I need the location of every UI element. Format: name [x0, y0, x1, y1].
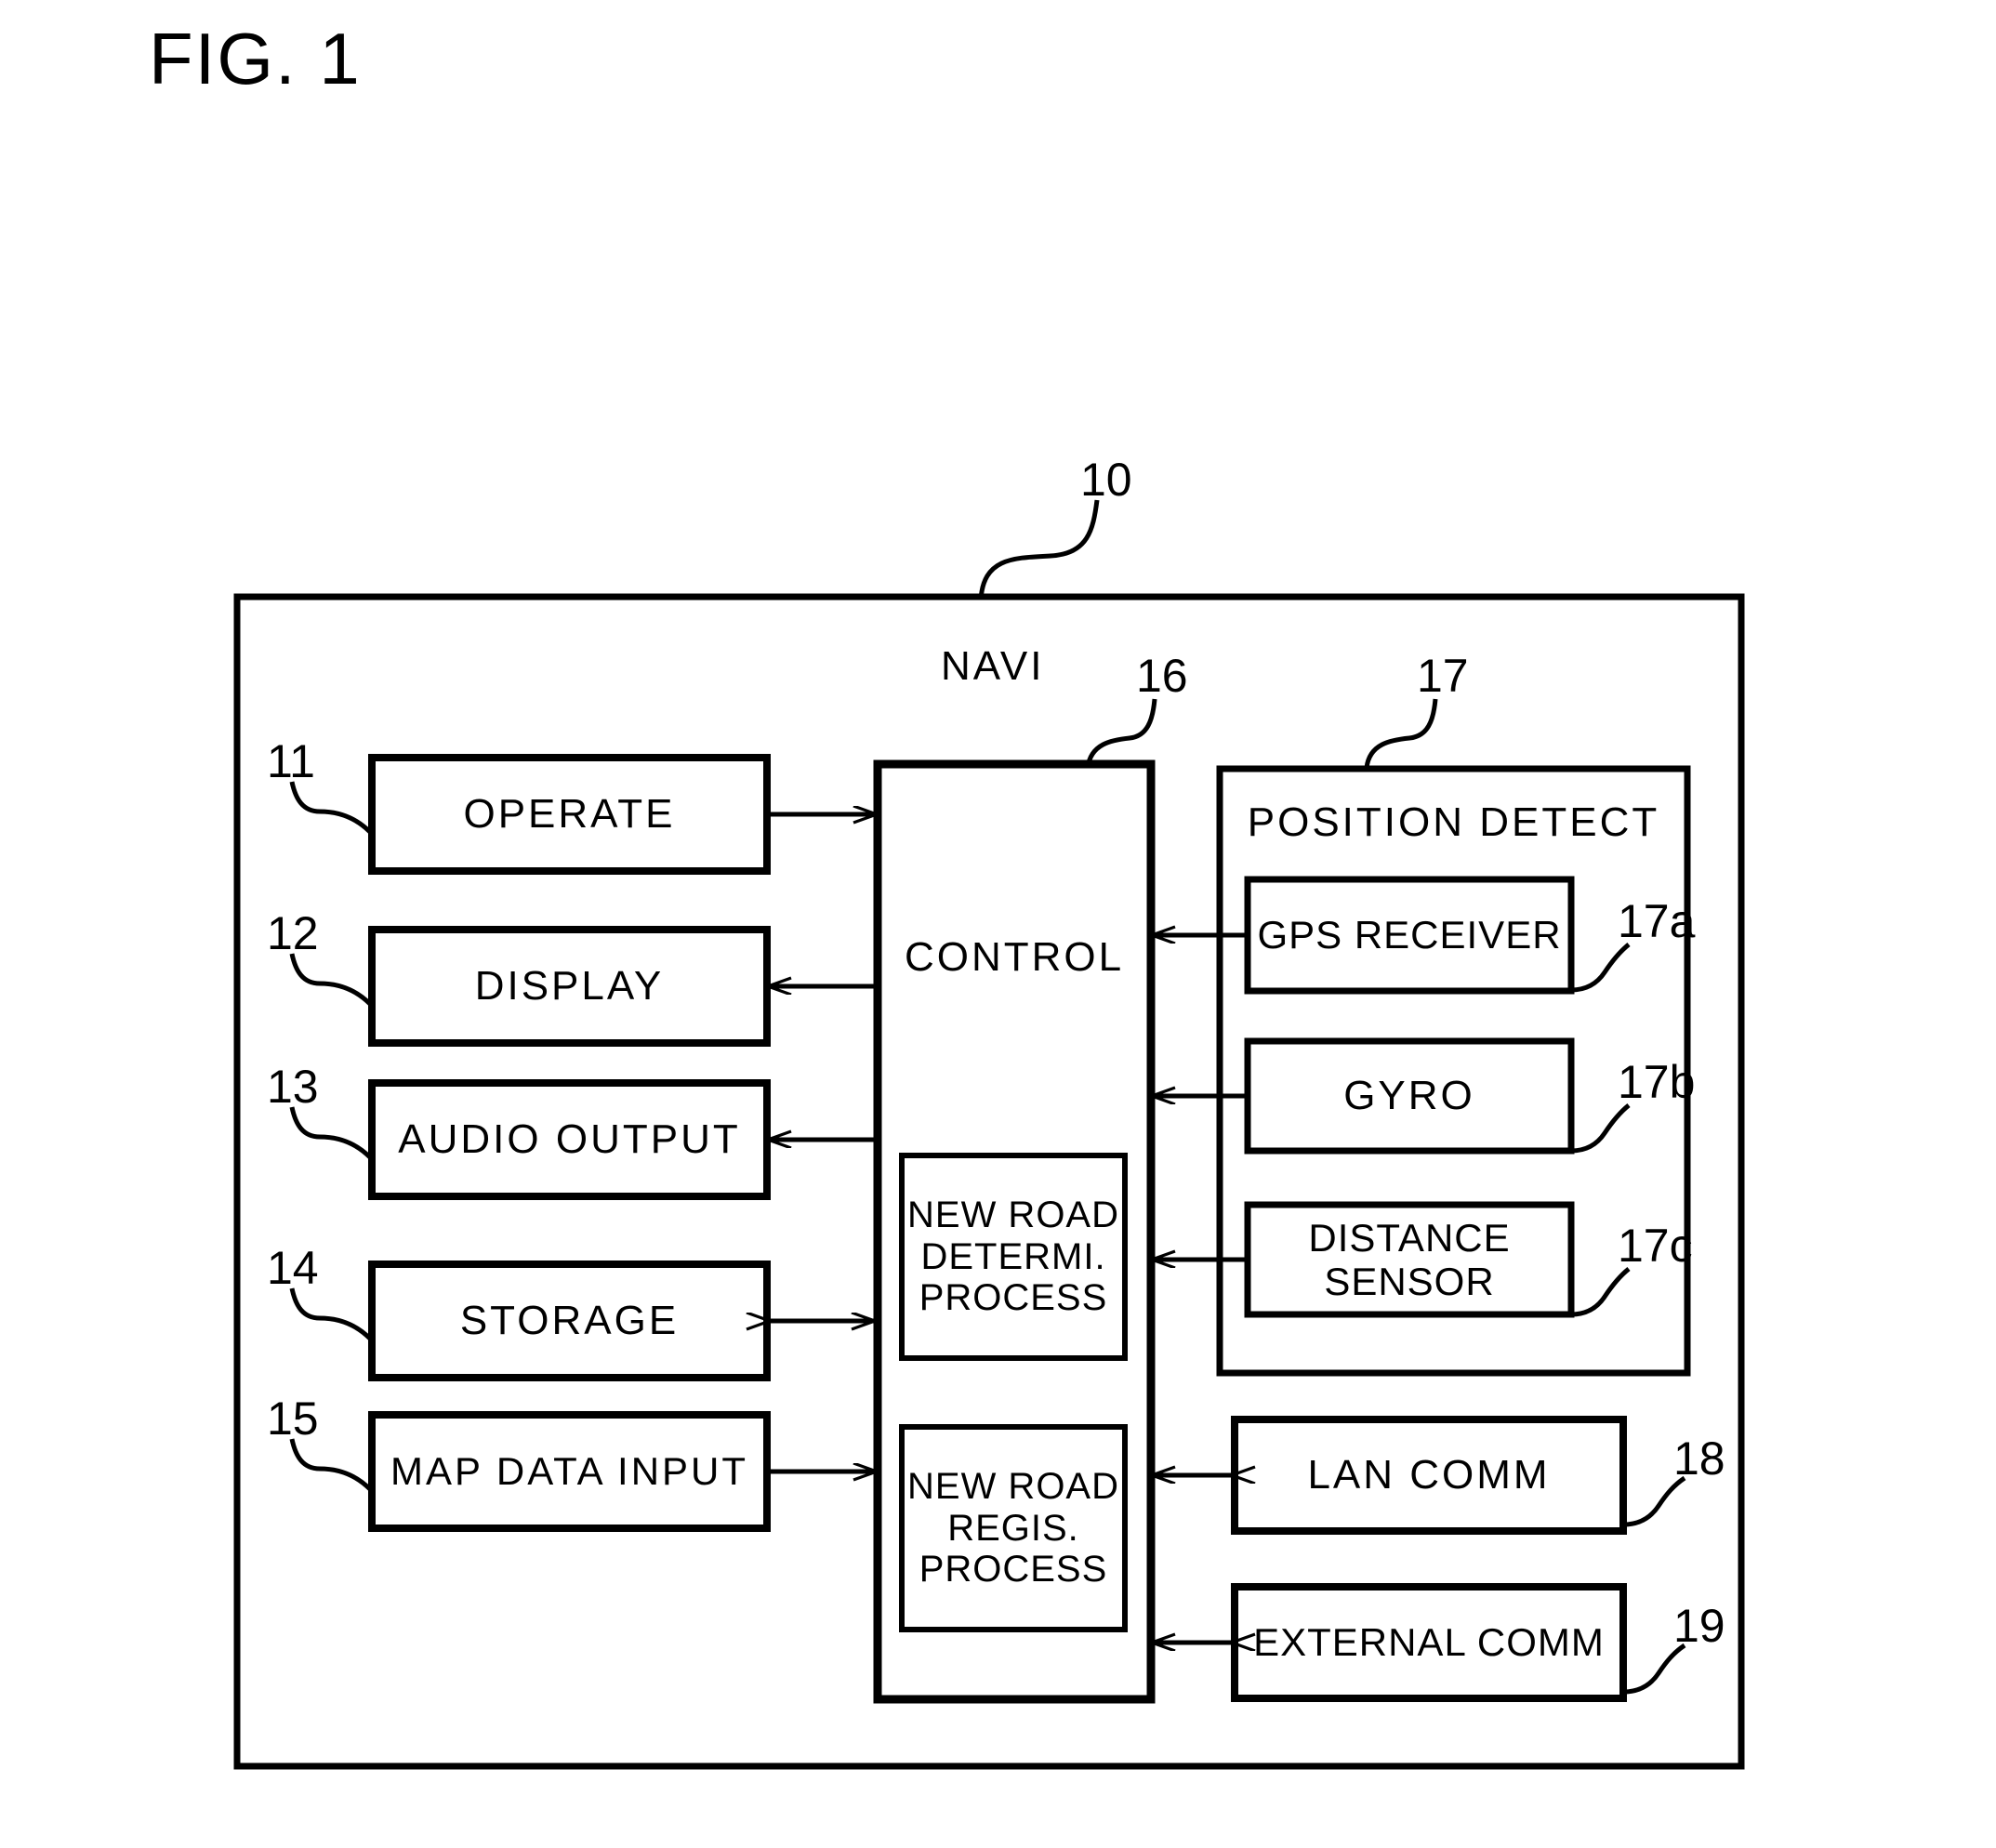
gyro-label: GYRO	[1343, 1073, 1475, 1119]
ref-11: 11	[267, 735, 315, 787]
leader-16	[1085, 698, 1157, 769]
gps-receiver-label: GPS RECEIVER	[1257, 913, 1562, 957]
leader-11	[289, 781, 372, 834]
leader-13	[289, 1106, 372, 1159]
ref-14: 14	[267, 1242, 319, 1294]
leader-17c	[1570, 1267, 1631, 1317]
map-data-input-label: MAP DATA INPUT	[390, 1449, 749, 1494]
audio-output-label: AUDIO OUTPUT	[398, 1116, 741, 1163]
display-label: DISPLAY	[474, 963, 665, 1010]
storage-label: STORAGE	[459, 1298, 680, 1344]
external-comm-label: EXTERNAL COMM	[1253, 1620, 1605, 1665]
leader-10	[978, 499, 1100, 601]
operate-label: OPERATE	[463, 791, 676, 838]
leader-14	[289, 1287, 372, 1340]
new-road-register-label: NEW ROAD REGIS. PROCESS	[907, 1465, 1119, 1591]
ref-19: 19	[1673, 1600, 1725, 1652]
ref-17: 17	[1417, 650, 1469, 702]
ref-17c: 17c	[1618, 1220, 1693, 1272]
ref-10: 10	[1080, 454, 1132, 506]
leader-12	[289, 953, 372, 1006]
leader-17a	[1570, 943, 1631, 993]
ref-17b: 17b	[1618, 1056, 1696, 1108]
ref-15: 15	[267, 1393, 319, 1445]
ref-13: 13	[267, 1061, 319, 1113]
figure-canvas: FIG. 1 OPERATE DISPLAY AUDIO OUTPUT STOR…	[0, 0, 1996, 1848]
leader-17b	[1570, 1103, 1631, 1154]
lan-comm-label: LAN COMM	[1307, 1452, 1551, 1498]
ref-18: 18	[1673, 1432, 1725, 1485]
leader-17	[1364, 698, 1438, 769]
ref-12: 12	[267, 907, 319, 959]
control-label: CONTROL	[904, 934, 1125, 981]
new-road-determine-label: NEW ROAD DETERMI. PROCESS	[907, 1194, 1119, 1319]
ref-17a: 17a	[1618, 895, 1696, 947]
distance-sensor-label: DISTANCE SENSOR	[1308, 1215, 1511, 1303]
ref-16: 16	[1136, 650, 1188, 702]
position-detect-label: POSITION DETECT	[1247, 799, 1660, 846]
leader-15	[289, 1438, 372, 1491]
navi-label: NAVI	[941, 643, 1045, 689]
